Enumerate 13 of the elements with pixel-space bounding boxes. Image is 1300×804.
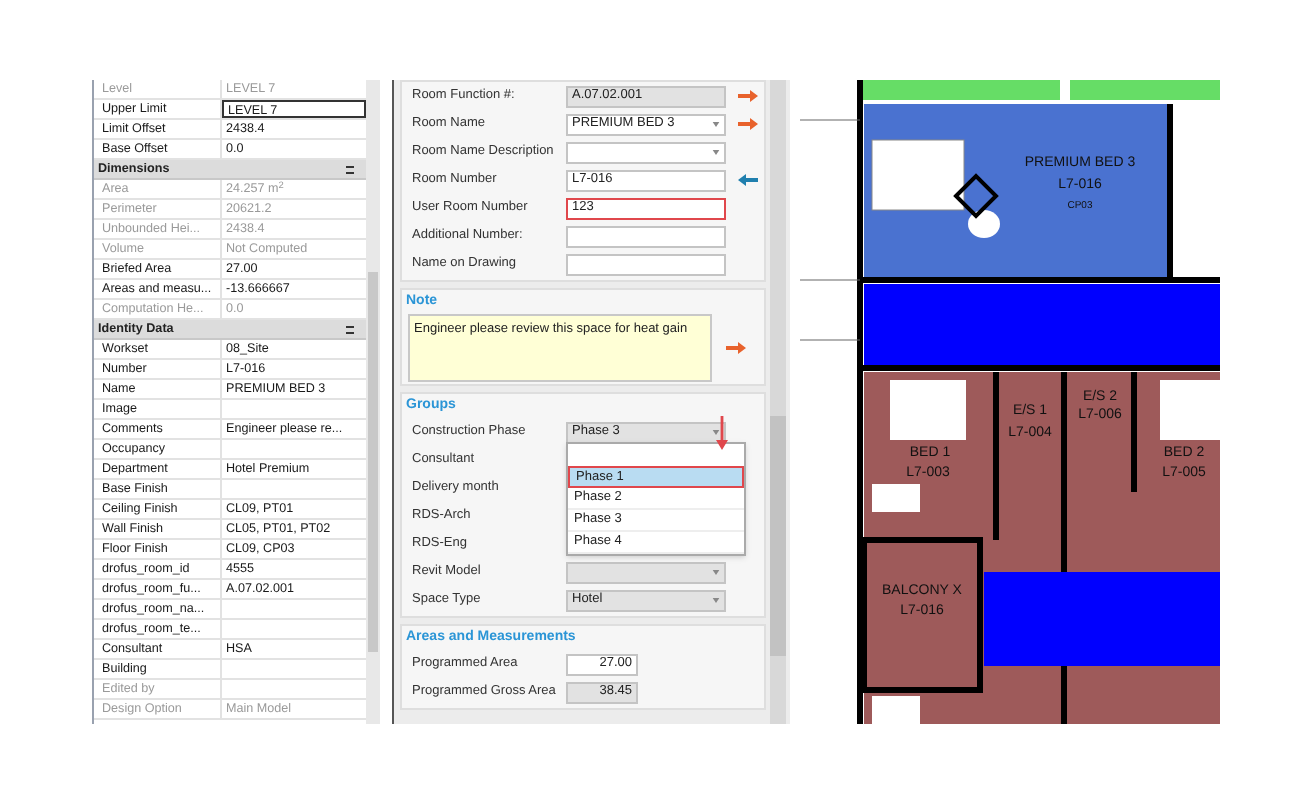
- scroll-thumb[interactable]: [368, 272, 378, 652]
- scrollbar[interactable]: [770, 80, 786, 724]
- left-arrow-icon[interactable]: [738, 174, 758, 186]
- dropdown[interactable]: [566, 561, 726, 583]
- input-field[interactable]: [566, 225, 726, 247]
- dropdown[interactable]: [566, 141, 726, 163]
- input-field[interactable]: [566, 253, 726, 275]
- collapse-icon[interactable]: [346, 325, 354, 333]
- collapse-icon[interactable]: [346, 165, 354, 173]
- down-arrow-icon: [716, 416, 728, 450]
- scrollbar[interactable]: [366, 80, 380, 724]
- scroll-thumb[interactable]: [770, 416, 786, 656]
- right-arrow-icon[interactable]: [726, 342, 746, 354]
